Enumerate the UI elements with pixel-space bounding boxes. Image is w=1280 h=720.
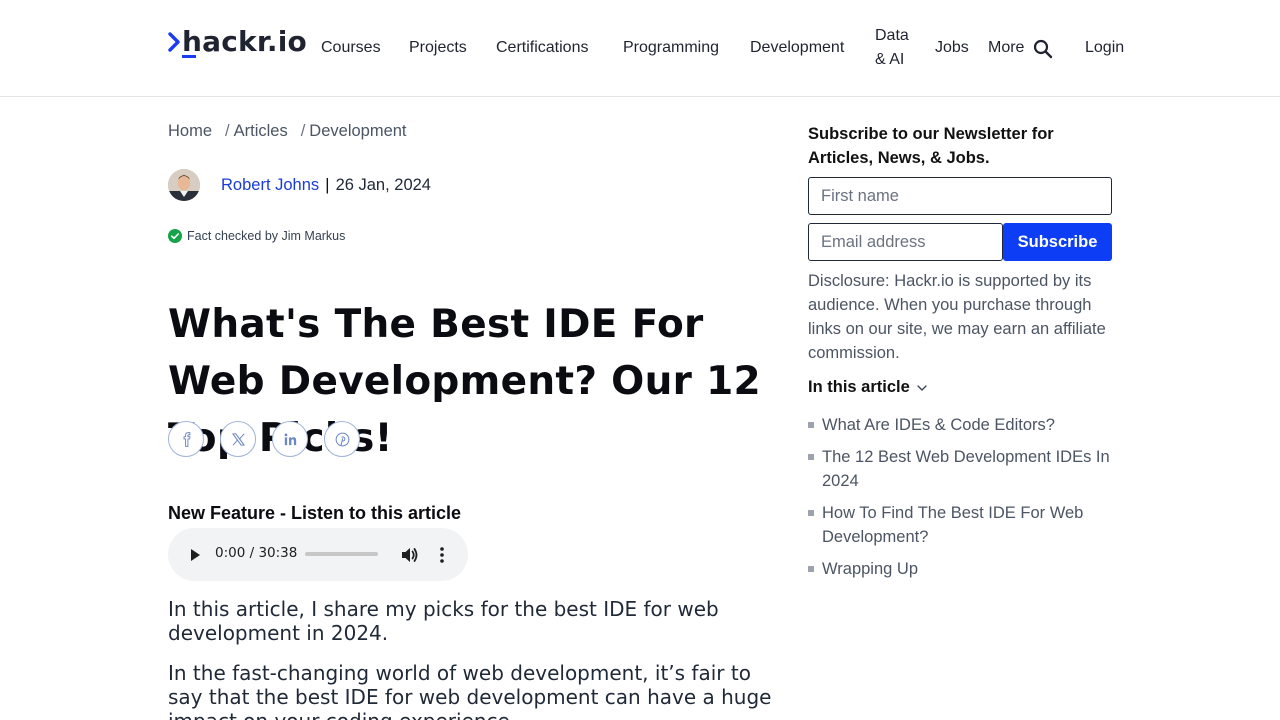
- logo-chevron-icon: [168, 32, 180, 52]
- toc-bullet: [808, 422, 814, 428]
- fact-check-row: Fact checked by Jim Markus: [168, 229, 345, 243]
- linkedin-icon: [284, 432, 296, 445]
- table-of-contents: What Are IDEs & Code Editors? The 12 Bes…: [808, 413, 1118, 589]
- toc-bullet: [808, 454, 814, 460]
- pinterest-icon: [335, 432, 349, 446]
- listen-label: New Feature - Listen to this article: [168, 503, 462, 523]
- share-pinterest-button[interactable]: [324, 421, 360, 457]
- share-buttons: [168, 421, 360, 457]
- toc-item[interactable]: The 12 Best Web Development IDEs In 2024: [808, 445, 1118, 493]
- toc-item[interactable]: What Are IDEs & Code Editors?: [808, 413, 1118, 437]
- toc-item-label: The 12 Best Web Development IDEs In 2024: [822, 448, 1110, 490]
- x-icon: [231, 432, 245, 446]
- fact-checked-text: Fact checked by Jim Markus: [187, 229, 346, 243]
- nav-courses[interactable]: Courses: [321, 36, 381, 60]
- nav-certifications[interactable]: Certifications: [496, 36, 588, 60]
- toc-item-label: How To Find The Best IDE For Web Develop…: [822, 504, 1084, 546]
- breadcrumb-separator: /: [225, 122, 230, 140]
- breadcrumb-home[interactable]: Home: [168, 122, 212, 141]
- toc-item[interactable]: Wrapping Up: [808, 557, 1118, 581]
- check-circle-icon: [168, 229, 182, 243]
- nav-development[interactable]: Development: [750, 36, 844, 60]
- author-avatar[interactable]: [168, 169, 200, 201]
- nav-login[interactable]: Login: [1085, 36, 1124, 60]
- toc-bullet: [808, 566, 814, 572]
- nav-data-ai-line2: & AI: [875, 51, 905, 68]
- chevron-down-icon: [917, 384, 927, 391]
- search-icon[interactable]: [1033, 39, 1053, 59]
- nav-jobs[interactable]: Jobs: [935, 36, 969, 60]
- play-icon[interactable]: [188, 547, 202, 563]
- site-logo[interactable]: hackr.io: [168, 22, 307, 62]
- affiliate-disclosure: Disclosure: Hackr.io is supported by its…: [808, 272, 1106, 362]
- logo-text: hackr.io: [182, 25, 307, 58]
- author-row: Robert Johns | 26 Jan, 2024: [168, 169, 431, 201]
- audio-player: 0:00 / 30:38: [168, 528, 468, 581]
- nav-more[interactable]: More: [988, 36, 1024, 60]
- toc-bullet: [808, 510, 814, 516]
- newsletter-heading: Subscribe to our Newsletter for Articles…: [808, 125, 1054, 167]
- toc-toggle[interactable]: In this article: [808, 378, 928, 397]
- article-paragraph: In the fast-changing world of web develo…: [168, 661, 772, 720]
- nav-data-ai-line1: Data: [875, 27, 909, 44]
- breadcrumb-separator: /: [300, 122, 306, 140]
- breadcrumb-development[interactable]: Development: [309, 122, 406, 141]
- article-paragraph: In this article, I share my picks for th…: [168, 597, 719, 645]
- facebook-icon: [183, 431, 190, 447]
- toc-item[interactable]: How To Find The Best IDE For Web Develop…: [808, 501, 1118, 549]
- nav-programming[interactable]: Programming: [623, 36, 719, 60]
- audio-progress-slider[interactable]: [305, 552, 378, 556]
- share-facebook-button[interactable]: [168, 421, 204, 457]
- logo-underline: [182, 55, 196, 58]
- toc-item-label: What Are IDEs & Code Editors?: [822, 416, 1055, 434]
- share-x-button[interactable]: [220, 421, 256, 457]
- toc-heading: In this article: [808, 378, 910, 396]
- nav-data-ai[interactable]: Data & AI: [875, 24, 909, 72]
- volume-icon[interactable]: [400, 545, 420, 565]
- email-field[interactable]: [808, 223, 1003, 261]
- breadcrumb-articles[interactable]: Articles: [234, 122, 288, 141]
- nav-projects[interactable]: Projects: [409, 36, 467, 60]
- site-header: hackr.io Courses Projects Certifications…: [0, 0, 1280, 97]
- audio-time: 0:00 / 30:38: [215, 545, 298, 561]
- author-name-link[interactable]: Robert Johns: [221, 176, 319, 195]
- toc-item-label: Wrapping Up: [822, 560, 918, 578]
- breadcrumb: Home / Articles / Development: [168, 122, 407, 141]
- author-separator: |: [325, 175, 330, 194]
- publish-date: 26 Jan, 2024: [335, 175, 431, 194]
- more-options-icon[interactable]: [436, 545, 448, 565]
- subscribe-button[interactable]: Subscribe: [1003, 223, 1112, 261]
- share-linkedin-button[interactable]: [272, 421, 308, 457]
- first-name-field[interactable]: [808, 177, 1112, 215]
